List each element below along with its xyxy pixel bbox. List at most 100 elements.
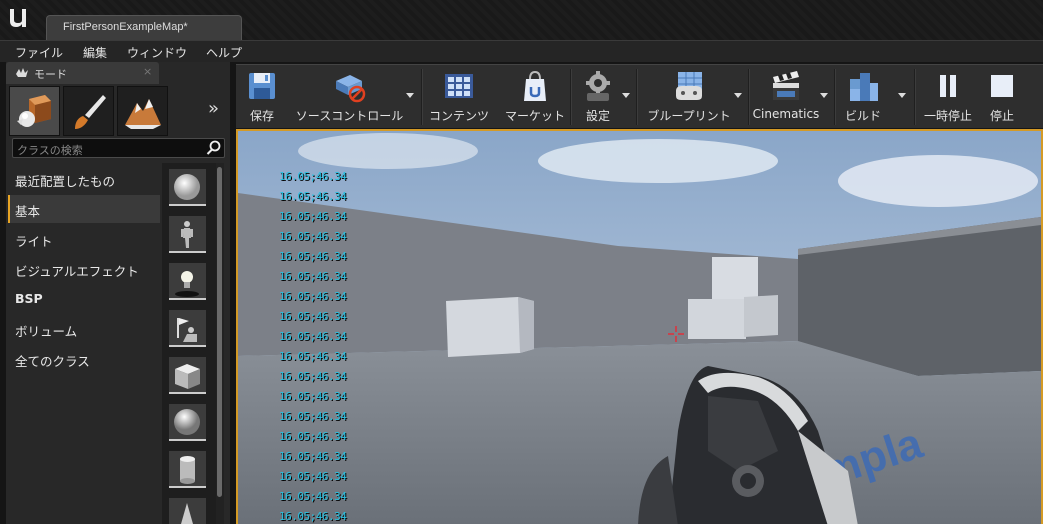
stat-line: 16.05;46.34	[279, 370, 347, 383]
source-control-icon	[336, 75, 366, 103]
level-viewport[interactable]: on xampla 16.05;46.34 16.05;46.34 16.05;…	[236, 129, 1043, 524]
stat-line: 16.05;46.34	[279, 210, 347, 223]
cylinder-thumbnail[interactable]	[169, 451, 206, 488]
main-toolbar: 保存 ソースコントロール コンテンツ マーケット 設定 ブループリント Cine…	[236, 64, 1043, 128]
blueprints-label: ブループリント	[647, 109, 731, 123]
settings-gear-icon	[586, 71, 610, 101]
toolbar-separator	[748, 69, 750, 125]
modes-title: モード	[34, 68, 67, 81]
category-all-classes[interactable]: 全てのクラス	[8, 345, 160, 373]
toolbar-separator	[914, 69, 916, 125]
stat-line: 16.05;46.34	[279, 170, 347, 183]
cone-icon	[181, 503, 193, 524]
modes-tab[interactable]: モード ×	[6, 62, 159, 84]
stat-line: 16.05;46.34	[279, 490, 347, 503]
stop-icon	[991, 75, 1013, 97]
stat-line: 16.05;46.34	[279, 450, 347, 463]
category-volumes[interactable]: ボリューム	[8, 315, 160, 343]
stat-line: 16.05;46.34	[279, 470, 347, 483]
pause-label: 一時停止	[923, 109, 972, 123]
toolbar-separator	[570, 69, 572, 125]
blueprints-dropdown-icon[interactable]	[734, 93, 742, 98]
category-basic[interactable]: 基本	[8, 195, 160, 223]
blueprints-button[interactable]: ブループリント	[642, 65, 736, 129]
source-control-button[interactable]: ソースコントロール	[292, 65, 407, 129]
close-icon[interactable]: ×	[143, 65, 152, 78]
settings-label: 設定	[585, 109, 610, 123]
content-button[interactable]: コンテンツ	[427, 65, 491, 129]
thumbnail-scrollbar[interactable]	[216, 163, 224, 524]
menu-help[interactable]: ヘルプ	[206, 44, 242, 61]
landscape-mode-tab[interactable]	[117, 86, 168, 136]
cinematics-button[interactable]: Cinematics	[752, 65, 820, 129]
settings-dropdown-icon[interactable]	[622, 93, 630, 98]
menu-window[interactable]: ウィンドウ	[127, 44, 187, 61]
actor-thumbnail-list	[162, 163, 218, 524]
light-bulb-icon	[175, 271, 199, 297]
player-start-icon	[177, 318, 197, 342]
search-icon[interactable]	[206, 140, 222, 156]
sphere-icon	[174, 174, 200, 200]
menu-file[interactable]: ファイル	[15, 44, 63, 61]
build-label: ビルド	[844, 109, 881, 123]
cone-thumbnail[interactable]	[169, 498, 206, 524]
cinematics-label: Cinematics	[752, 107, 820, 121]
place-mode-icon	[17, 95, 51, 127]
cube-icon	[175, 364, 200, 389]
stat-overlay: 16.05;46.34 16.05;46.34 16.05;46.34 16.0…	[279, 170, 347, 524]
menu-bar: ファイル 編集 ウィンドウ ヘルプ	[0, 40, 1043, 62]
category-lights[interactable]: ライト	[8, 225, 160, 253]
source-control-dropdown-icon[interactable]	[406, 93, 414, 98]
build-dropdown-icon[interactable]	[898, 93, 906, 98]
menu-edit[interactable]: 編集	[83, 44, 107, 61]
paint-mode-tab[interactable]	[63, 86, 114, 136]
point-light-thumbnail[interactable]	[169, 263, 206, 300]
marketplace-button[interactable]: マーケット	[500, 65, 570, 129]
stat-line: 16.05;46.34	[279, 290, 347, 303]
pause-icon	[940, 75, 956, 97]
toolbar-separator	[834, 69, 836, 125]
stat-line: 16.05;46.34	[279, 390, 347, 403]
landscape-icon	[125, 99, 161, 129]
stat-line: 16.05;46.34	[279, 310, 347, 323]
modes-panel: モード × » クラスの検索 最近配置したもの 基本 ライト ビジュアルエフェク…	[6, 62, 230, 524]
marketplace-icon	[524, 70, 546, 101]
scrollbar-thumb[interactable]	[217, 167, 222, 497]
class-search-input[interactable]: クラスの検索	[12, 138, 225, 158]
settings-button[interactable]: 設定	[576, 65, 620, 129]
unreal-logo-icon[interactable]	[6, 5, 32, 31]
paint-brush-icon	[75, 95, 106, 129]
cube-thumbnail[interactable]	[169, 357, 206, 394]
save-icon	[249, 73, 275, 99]
character-icon	[181, 221, 193, 248]
sphere-shape-icon	[174, 409, 200, 435]
cinematics-dropdown-icon[interactable]	[820, 93, 828, 98]
toolbar-separator	[421, 69, 423, 125]
player-start-thumbnail[interactable]	[169, 310, 206, 347]
empty-character-thumbnail[interactable]	[169, 216, 206, 253]
stop-label: 停止	[989, 109, 1014, 123]
pause-button[interactable]: 一時停止	[920, 65, 976, 129]
game-scene: on xampla	[238, 131, 1041, 524]
empty-actor-thumbnail[interactable]	[169, 169, 206, 206]
blueprints-icon	[676, 72, 702, 100]
category-recent[interactable]: 最近配置したもの	[8, 165, 160, 193]
stat-line: 16.05;46.34	[279, 190, 347, 203]
stat-line: 16.05;46.34	[279, 250, 347, 263]
content-label: コンテンツ	[428, 109, 489, 123]
save-label: 保存	[249, 109, 274, 123]
source-control-label: ソースコントロール	[295, 109, 404, 123]
build-button[interactable]: ビルド	[838, 65, 888, 129]
toolbar-separator	[636, 69, 638, 125]
category-bsp[interactable]: BSP	[8, 285, 160, 313]
document-tab[interactable]: FirstPersonExampleMap*	[46, 15, 242, 40]
category-visual-effects[interactable]: ビジュアルエフェクト	[8, 255, 160, 283]
stat-line: 16.05;46.34	[279, 230, 347, 243]
save-button[interactable]: 保存	[240, 65, 284, 129]
stop-button[interactable]: 停止	[980, 65, 1024, 129]
cylinder-icon	[180, 456, 195, 484]
place-mode-tab[interactable]	[9, 86, 60, 136]
more-modes-icon[interactable]: »	[208, 98, 219, 119]
modes-icon	[16, 68, 28, 77]
sphere-thumbnail[interactable]	[169, 404, 206, 441]
